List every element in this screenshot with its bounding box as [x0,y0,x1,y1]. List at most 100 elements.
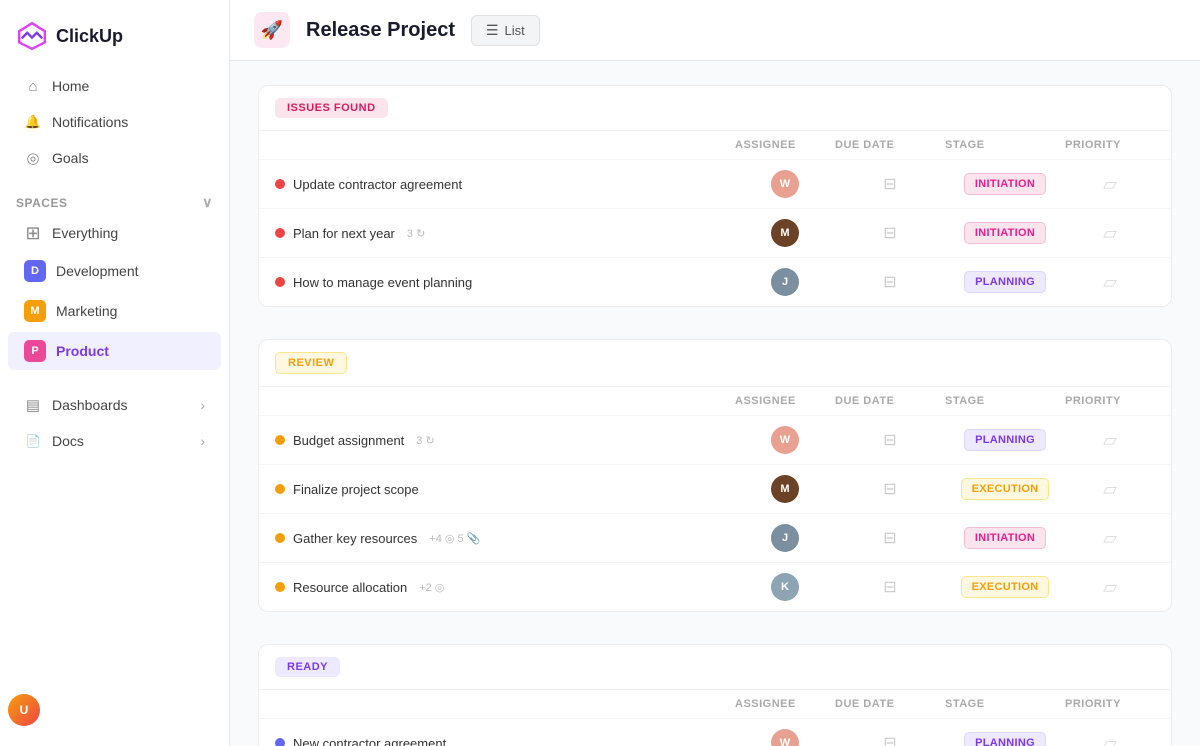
sidebar-item-notifications[interactable]: Notifications [8,105,221,139]
task-status-dot [275,582,285,592]
list-view-label: List [505,23,525,38]
task-name: Plan for next year [293,226,395,241]
stage-tag: INITIATION [964,173,1046,195]
sidebar-item-marketing[interactable]: M Marketing [8,292,221,330]
col-priority-1: PRIORITY [1065,139,1155,151]
priority-cell: ▱ [1065,223,1155,244]
table-row[interactable]: Plan for next year 3 ↻ M ⊟ INITIATION ▱ [259,208,1171,257]
avatar: M [771,475,799,503]
avatar-cell: M [735,219,835,247]
sidebar-item-goals[interactable]: Goals [8,141,221,175]
task-name-cell: Finalize project scope [275,482,735,497]
user-avatar[interactable]: U [8,694,40,726]
priority-cell: ▱ [1065,272,1155,293]
col-duedate-2: DUE DATE [835,395,945,407]
avatar: M [771,219,799,247]
docs-expand-icon: › [200,433,205,449]
sidebar-item-development[interactable]: D Development [8,252,221,290]
task-status-dot [275,484,285,494]
section-header-review: REVIEW [259,340,1171,387]
task-name-cell: Update contractor agreement [275,177,735,192]
docs-label: Docs [52,433,84,449]
section-issues: ISSUES FOUND ASSIGNEE DUE DATE STAGE PRI… [258,85,1172,307]
col-assignee-3: ASSIGNEE [735,698,835,710]
issues-badge: ISSUES FOUND [275,98,388,118]
priority-cell: ▱ [1065,430,1155,451]
col-stage-3: STAGE [945,698,1065,710]
priority-cell: ▱ [1065,174,1155,195]
avatar-cell: M [735,475,835,503]
ready-badge: READY [275,657,340,677]
table-row[interactable]: Finalize project scope M ⊟ EXECUTION ▱ [259,464,1171,513]
col-priority-3: PRIORITY [1065,698,1155,710]
task-name: Resource allocation [293,580,407,595]
task-status-dot [275,738,285,746]
col-duedate-1: DUE DATE [835,139,945,151]
table-row[interactable]: New contractor agreement W ⊟ PLANNING ▱ [259,718,1171,746]
task-extras: +2 ◎ [419,581,444,594]
avatar-cell: W [735,426,835,454]
priority-icon: ▱ [1103,479,1117,500]
table-row[interactable]: Resource allocation +2 ◎ K ⊟ EXECUTION ▱ [259,562,1171,611]
avatar-cell: W [735,729,835,746]
task-name: Update contractor agreement [293,177,462,192]
priority-icon: ▱ [1103,174,1117,195]
task-extras: +4 ◎ 5 📎 [429,532,480,545]
due-date-cell: ⊟ [835,223,945,243]
table-row[interactable]: Budget assignment 3 ↻ W ⊟ PLANNING ▱ [259,415,1171,464]
task-name-cell: Gather key resources +4 ◎ 5 📎 [275,531,735,546]
list-view-button[interactable]: ☰ List [471,15,540,46]
avatar-cell: J [735,268,835,296]
avatar: K [771,573,799,601]
clickup-logo-icon [16,20,48,52]
sidebar-item-dashboards[interactable]: Dashboards › [8,388,221,422]
top-bar: 🚀 Release Project ☰ List [230,0,1200,61]
sidebar-marketing-label: Marketing [56,303,117,319]
sidebar-item-home[interactable]: Home [8,69,221,103]
task-status-dot [275,533,285,543]
spaces-section-header: Spaces ∨ [0,184,229,215]
sidebar-bottom: U [0,686,229,734]
due-date-cell: ⊟ [835,174,945,194]
task-name: Budget assignment [293,433,404,448]
sidebar-item-docs[interactable]: Docs › [8,424,221,458]
stage-cell: PLANNING [945,429,1065,451]
dashboards-label: Dashboards [52,397,128,413]
stage-cell: EXECUTION [945,576,1065,598]
stage-cell: INITIATION [945,527,1065,549]
table-row[interactable]: Gather key resources +4 ◎ 5 📎 J ⊟ INITIA… [259,513,1171,562]
due-date-cell: ⊟ [835,733,945,746]
table-row[interactable]: How to manage event planning J ⊟ PLANNIN… [259,257,1171,306]
stage-tag: PLANNING [964,271,1046,293]
stage-tag: PLANNING [964,732,1046,746]
sidebar-item-product[interactable]: P Product [8,332,221,370]
sidebar-development-label: Development [56,263,139,279]
col-stage-1: STAGE [945,139,1065,151]
task-name: New contractor agreement [293,736,446,746]
col-assignee-2: ASSIGNEE [735,395,835,407]
due-date-cell: ⊟ [835,272,945,292]
sidebar-everything-label: Everything [52,225,118,241]
sidebar-item-everything[interactable]: ⊞ Everything [8,216,221,250]
list-view-icon: ☰ [486,22,499,39]
col-priority-2: PRIORITY [1065,395,1155,407]
section-ready: READY ASSIGNEE DUE DATE STAGE PRIORITY N… [258,644,1172,746]
spaces-collapse-icon[interactable]: ∨ [202,194,213,211]
task-extras: 3 ↻ [416,434,434,447]
avatar: J [771,524,799,552]
sidebar-product-label: Product [56,343,109,359]
table-row[interactable]: Update contractor agreement W ⊟ INITIATI… [259,159,1171,208]
task-status-dot [275,277,285,287]
task-extras: 3 ↻ [407,227,425,240]
avatar: J [771,268,799,296]
due-date-cell: ⊟ [835,430,945,450]
stage-cell: EXECUTION [945,478,1065,500]
stage-cell: INITIATION [945,173,1065,195]
avatar-cell: K [735,573,835,601]
page-title: Release Project [306,19,455,42]
section-review: REVIEW ASSIGNEE DUE DATE STAGE PRIORITY … [258,339,1172,612]
due-date-cell: ⊟ [835,577,945,597]
priority-cell: ▱ [1065,528,1155,549]
content-area: ISSUES FOUND ASSIGNEE DUE DATE STAGE PRI… [230,61,1200,746]
stage-tag: INITIATION [964,527,1046,549]
